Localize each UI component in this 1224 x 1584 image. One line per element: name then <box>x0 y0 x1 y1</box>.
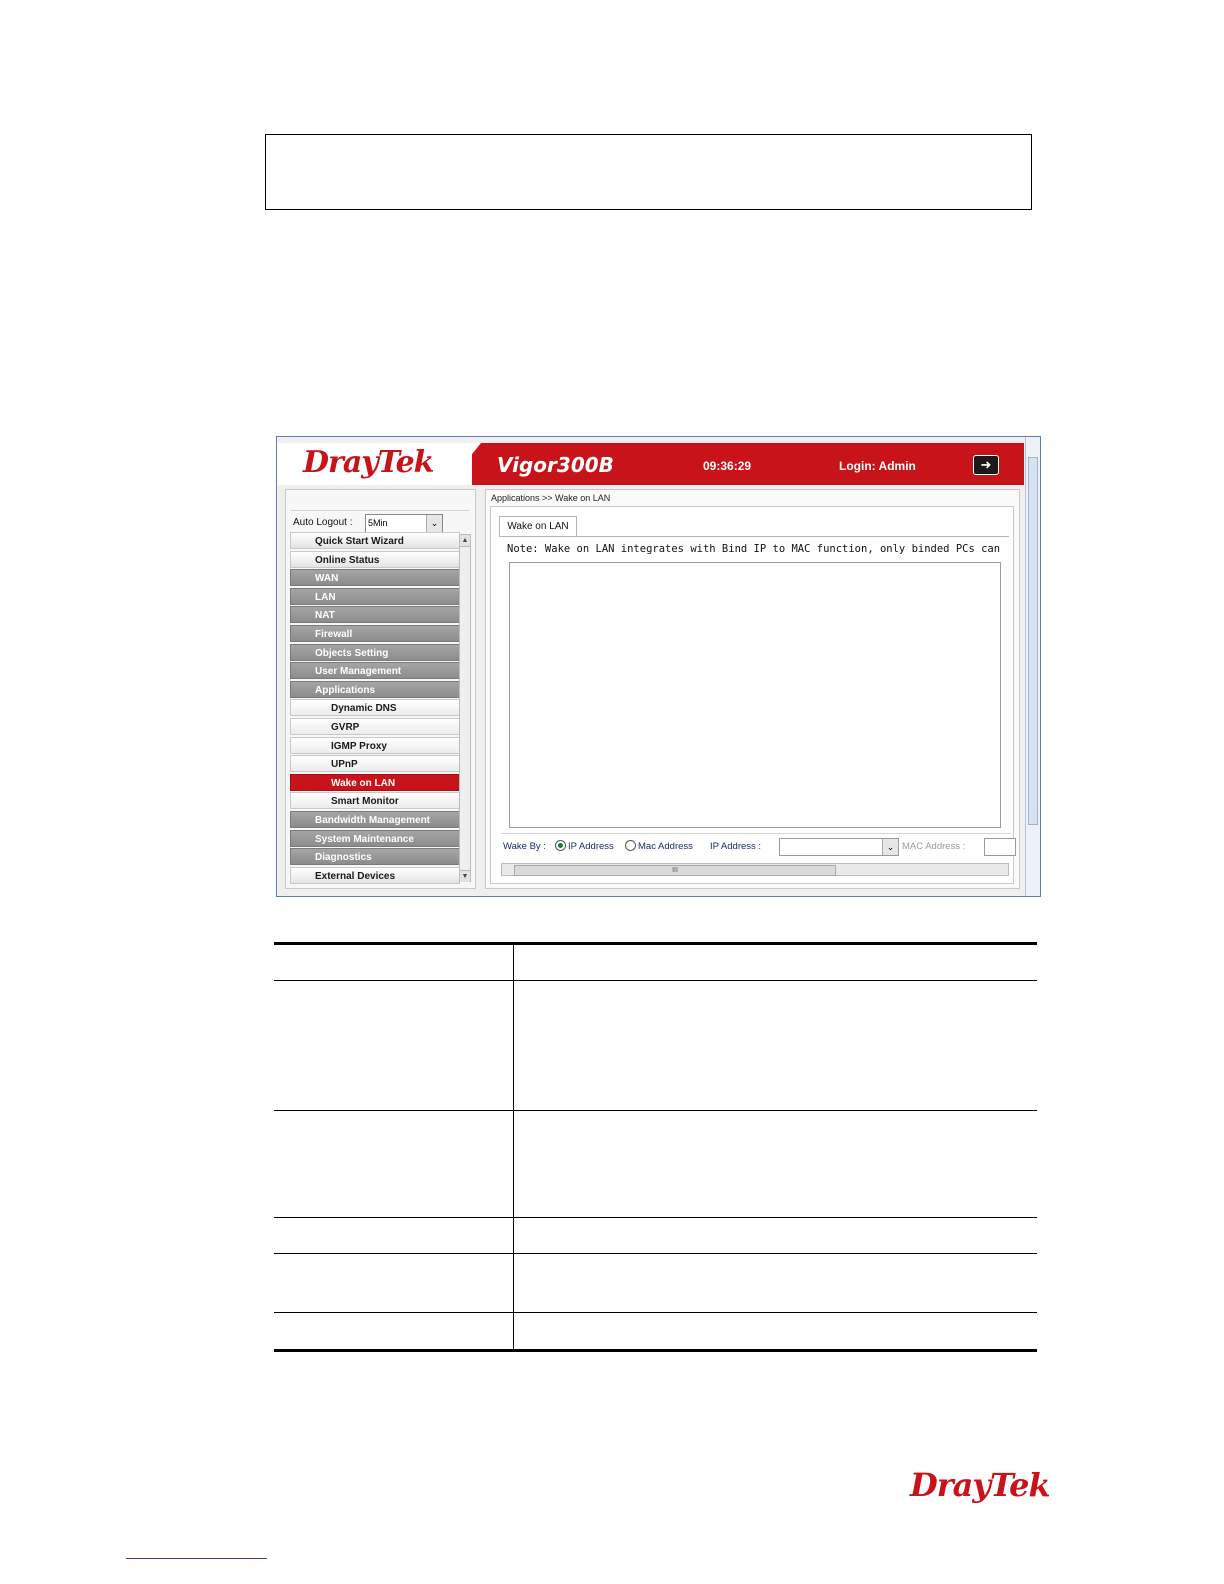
chevron-down-icon: ⌄ <box>426 515 442 532</box>
table-column-divider <box>513 944 514 1350</box>
radio-ip-address[interactable] <box>555 840 566 851</box>
logout-arrow-icon[interactable]: ➜ <box>973 455 999 475</box>
system-time: 09:36:29 <box>703 459 752 473</box>
table-row-rule <box>274 1312 1037 1313</box>
sidebar-item-applications[interactable]: Applications <box>290 681 460 698</box>
table-header-rule <box>274 980 1037 981</box>
wol-result-area[interactable] <box>509 562 1001 828</box>
ip-address-select[interactable]: ⌄ <box>779 838 899 856</box>
scroll-down-icon[interactable]: ▼ <box>460 870 470 882</box>
sidebar-item-igmp-proxy[interactable]: IGMP Proxy <box>290 737 460 754</box>
content-box: Wake on LAN Note: Wake on LAN integrates… <box>490 506 1016 884</box>
sidebar-scrollbar[interactable]: ▲ ▼ <box>459 534 471 882</box>
sidebar-item-upnp[interactable]: UPnP <box>290 755 460 772</box>
sidebar-item-bandwidth-management[interactable]: Bandwidth Management <box>290 811 460 828</box>
wake-by-label: Wake By : <box>503 841 546 852</box>
footer-link-underline[interactable] <box>126 1558 267 1559</box>
logo-slant-decoration <box>447 443 481 485</box>
tab-divider <box>499 536 1009 537</box>
top-banner: DrayTek Vigor300B 09:36:29 Login: Admin … <box>277 443 1024 485</box>
table-row-rule <box>274 1110 1037 1111</box>
main-panel: Applications >> Wake on LAN Wake on LAN … <box>485 489 1020 889</box>
sidebar-item-gvrp[interactable]: GVRP <box>290 718 460 735</box>
model-name: Vigor300B <box>497 453 614 477</box>
mac-address-field[interactable] <box>984 838 1016 856</box>
note-box <box>265 134 1032 210</box>
sidebar-item-nat[interactable]: NAT <box>290 606 460 623</box>
page-scrollbar[interactable] <box>1025 437 1040 896</box>
tab-wake-on-lan[interactable]: Wake on LAN <box>499 516 577 537</box>
sidebar-item-system-maintenance[interactable]: System Maintenance <box>290 830 460 847</box>
wake-by-row: Wake By : IP Address Mac Address IP Addr… <box>501 833 1016 856</box>
sidebar-item-objects-setting[interactable]: Objects Setting <box>290 644 460 661</box>
sidebar-item-dynamic-dns[interactable]: Dynamic DNS <box>290 699 460 716</box>
sidebar-item-lan[interactable]: LAN <box>290 588 460 605</box>
sidebar-item-user-management[interactable]: User Management <box>290 662 460 679</box>
sidebar-item-external-devices[interactable]: External Devices <box>290 867 460 884</box>
sidebar-item-quick-start-wizard[interactable]: Quick Start Wizard <box>290 532 460 549</box>
radio-mac-address[interactable] <box>625 840 636 851</box>
breadcrumb: Applications >> Wake on LAN <box>491 493 611 503</box>
sidebar-item-wan[interactable]: WAN <box>290 569 460 586</box>
auto-logout-select[interactable]: 5Min ⌄ <box>365 514 443 533</box>
scroll-thumb[interactable]: III <box>514 865 836 876</box>
auto-logout-value: 5Min <box>368 518 388 528</box>
sidebar-item-smart-monitor[interactable]: Smart Monitor <box>290 792 460 809</box>
chevron-down-icon: ⌄ <box>882 839 898 855</box>
sidebar-item-wake-on-lan[interactable]: Wake on LAN <box>290 774 460 791</box>
page-scroll-thumb[interactable] <box>1028 457 1038 825</box>
router-ui-screenshot: DrayTek Vigor300B 09:36:29 Login: Admin … <box>276 436 1041 897</box>
ip-address-label: IP Address : <box>710 841 762 852</box>
horizontal-scrollbar[interactable]: III <box>501 863 1009 876</box>
sidebar-item-firewall[interactable]: Firewall <box>290 625 460 642</box>
wol-note: Note: Wake on LAN integrates with Bind I… <box>507 543 1001 555</box>
auto-logout-label: Auto Logout : <box>293 517 353 528</box>
mac-address-label: MAC Address : <box>902 841 966 852</box>
sidebar-item-diagnostics[interactable]: Diagnostics <box>290 848 460 865</box>
radio-ip-address-label: IP Address <box>568 841 614 852</box>
table-bottom-rule <box>274 1349 1037 1352</box>
draytek-logo: DrayTek <box>303 445 434 480</box>
sidebar-menu: Quick Start Wizard Online Status WAN LAN NAT… <box>290 532 462 884</box>
radio-mac-address-label: Mac Address <box>638 841 693 852</box>
sidebar-item-online-status[interactable]: Online Status <box>290 551 460 568</box>
logo-area: DrayTek <box>277 443 472 485</box>
table-top-rule <box>274 942 1037 945</box>
login-user: Login: Admin <box>839 459 916 473</box>
scroll-up-icon[interactable]: ▲ <box>460 535 470 547</box>
table-row-rule <box>274 1253 1037 1254</box>
table-row-rule <box>274 1217 1037 1218</box>
footer-draytek-logo: DrayTek <box>910 1466 1051 1504</box>
